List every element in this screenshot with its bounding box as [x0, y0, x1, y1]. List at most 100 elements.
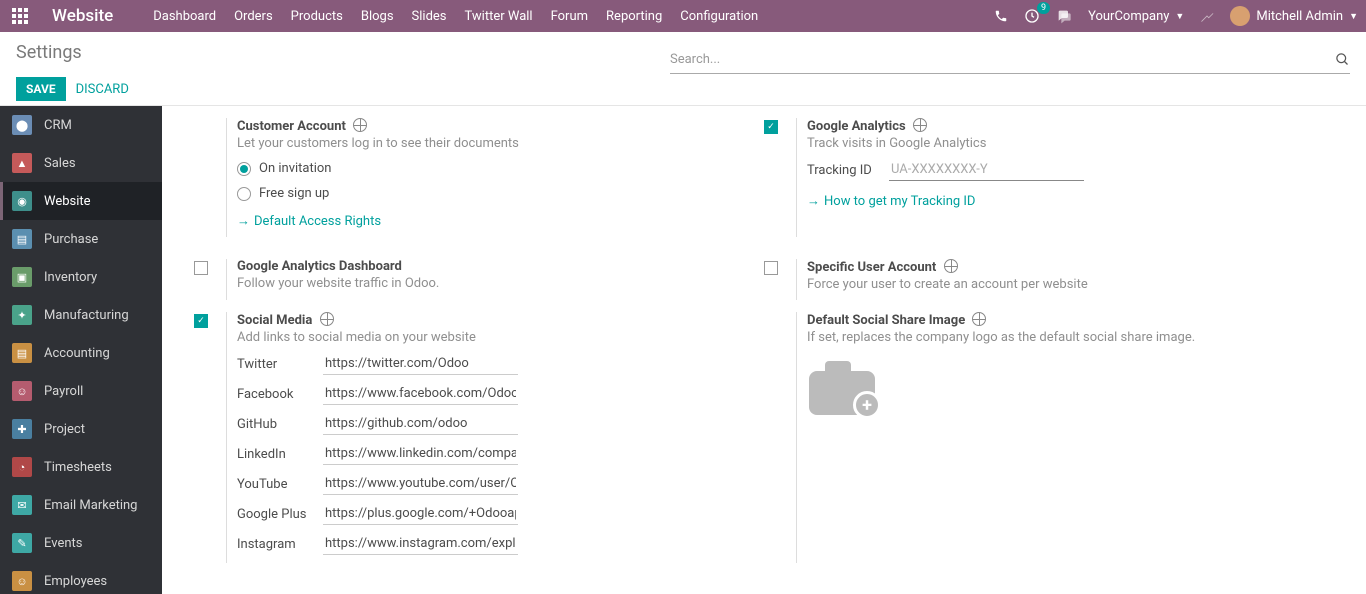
activity-icon[interactable]: 9	[1024, 8, 1040, 24]
youtube-label: YouTube	[237, 477, 323, 492]
sidebar-item-label: Timesheets	[44, 460, 112, 475]
instagram-label: Instagram	[237, 537, 323, 552]
specific-user-desc: Force your user to create an account per…	[807, 277, 1334, 292]
save-button[interactable]: SAVE	[16, 77, 66, 101]
social-media-title: Social Media	[237, 313, 312, 328]
nav-forum[interactable]: Forum	[551, 9, 588, 24]
sidebar-item-crm[interactable]: ⬤ CRM	[0, 106, 162, 144]
nav-configuration[interactable]: Configuration	[680, 9, 758, 24]
radio-label: On invitation	[259, 161, 331, 176]
linkedin-input[interactable]	[323, 443, 518, 465]
twitter-label: Twitter	[237, 357, 323, 372]
sales-icon: ▲	[12, 153, 32, 173]
github-input[interactable]	[323, 413, 518, 435]
control-panel: Settings SAVE DISCARD	[0, 32, 1366, 106]
github-label: GitHub	[237, 417, 323, 432]
search-icon[interactable]	[1335, 52, 1350, 67]
globe-icon	[353, 118, 367, 132]
specific-user-checkbox[interactable]	[764, 261, 778, 275]
sidebar-item-label: Accounting	[44, 346, 110, 361]
search-input[interactable]	[670, 48, 1335, 71]
globe-icon	[913, 118, 927, 132]
discuss-icon[interactable]	[1056, 8, 1072, 24]
avatar	[1230, 6, 1250, 26]
instagram-input[interactable]	[323, 533, 518, 555]
facebook-input[interactable]	[323, 383, 518, 405]
phone-icon[interactable]	[994, 9, 1008, 23]
manufacturing-icon: ✦	[12, 305, 32, 325]
sidebar-item-payroll[interactable]: ☺Payroll	[0, 372, 162, 410]
customer-account-title: Customer Account	[237, 119, 346, 134]
youtube-input[interactable]	[323, 473, 518, 495]
sidebar-item-label: Inventory	[44, 270, 97, 285]
sidebar-item-timesheets[interactable]: ◔Timesheets	[0, 448, 162, 486]
sidebar-item-label: Payroll	[44, 384, 83, 399]
sidebar-item-label: Website	[44, 194, 91, 209]
sidebar-item-purchase[interactable]: ▤ Purchase	[0, 220, 162, 258]
globe-icon	[944, 259, 958, 273]
crm-icon: ⬤	[12, 115, 32, 135]
discard-button[interactable]: DISCARD	[76, 82, 129, 97]
purchase-icon: ▤	[12, 229, 32, 249]
nav-orders[interactable]: Orders	[234, 9, 273, 24]
gplus-label: Google Plus	[237, 507, 323, 522]
globe-icon	[320, 312, 334, 326]
ga-dashboard-title: Google Analytics Dashboard	[237, 259, 402, 274]
sidebar-item-email-marketing[interactable]: ✉ Email Marketing	[0, 486, 162, 524]
nav-menu: Dashboard Orders Products Blogs Slides T…	[153, 9, 994, 24]
ga-dashboard-desc: Follow your website traffic in Odoo.	[237, 276, 764, 291]
events-icon: ✎	[12, 533, 32, 553]
activity-badge: 9	[1037, 2, 1050, 14]
email-icon: ✉	[12, 495, 32, 515]
search-bar	[670, 48, 1350, 74]
employees-icon: ☺	[12, 571, 32, 591]
sidebar-item-employees[interactable]: ☺ Employees	[0, 562, 162, 594]
gplus-input[interactable]	[323, 503, 518, 525]
nav-reporting[interactable]: Reporting	[606, 9, 662, 24]
app-brand[interactable]: Website	[52, 6, 113, 26]
sidebar-item-label: Email Marketing	[44, 498, 137, 513]
website-icon: ◉	[12, 191, 32, 211]
topnav-right: 9 YourCompany▼ Mitchell Admin▼	[994, 6, 1358, 26]
ga-dashboard-checkbox[interactable]	[194, 261, 208, 275]
share-image-upload[interactable]: +	[807, 359, 887, 419]
sidebar-item-accounting[interactable]: ▤ Accounting	[0, 334, 162, 372]
user-menu[interactable]: Mitchell Admin▼	[1230, 6, 1358, 26]
google-analytics-desc: Track visits in Google Analytics	[807, 136, 1334, 151]
twitter-input[interactable]	[323, 353, 518, 375]
radio-label: Free sign up	[259, 186, 329, 201]
sidebar-item-label: CRM	[44, 118, 72, 133]
sidebar-item-project[interactable]: ✚Project	[0, 410, 162, 448]
default-access-rights-link[interactable]: →Default Access Rights	[237, 213, 381, 229]
share-image-desc: If set, replaces the company logo as the…	[807, 330, 1334, 345]
customer-account-desc: Let your customers log in to see their d…	[237, 136, 764, 151]
company-switcher[interactable]: YourCompany▼	[1088, 9, 1184, 24]
settings-sidebar: ⬤ CRM ▲ Sales ◉ Website ▤ Purchase ▣Inventor…	[0, 106, 162, 594]
apps-launcher-icon[interactable]	[8, 4, 32, 28]
nav-dashboard[interactable]: Dashboard	[153, 9, 216, 24]
sidebar-item-label: Sales	[44, 156, 76, 171]
sidebar-item-sales[interactable]: ▲ Sales	[0, 144, 162, 182]
accounting-icon: ▤	[12, 343, 32, 363]
sidebar-item-events[interactable]: ✎Events	[0, 524, 162, 562]
sidebar-item-manufacturing[interactable]: ✦Manufacturing	[0, 296, 162, 334]
debug-icon[interactable]	[1200, 9, 1214, 23]
company-name: YourCompany	[1088, 9, 1169, 24]
sidebar-item-website[interactable]: ◉ Website	[0, 182, 162, 220]
social-media-checkbox[interactable]: ✓	[194, 314, 208, 328]
sidebar-item-label: Purchase	[44, 232, 98, 247]
sidebar-item-label: Employees	[44, 574, 107, 589]
nav-slides[interactable]: Slides	[412, 9, 447, 24]
how-to-get-tracking-id-link[interactable]: →How to get my Tracking ID	[807, 193, 975, 209]
nav-products[interactable]: Products	[291, 9, 343, 24]
google-analytics-title: Google Analytics	[807, 119, 906, 134]
google-analytics-checkbox[interactable]: ✓	[764, 120, 778, 134]
nav-twitter-wall[interactable]: Twitter Wall	[465, 9, 533, 24]
tracking-id-input[interactable]	[889, 159, 1084, 181]
nav-blogs[interactable]: Blogs	[361, 9, 394, 24]
linkedin-label: LinkedIn	[237, 447, 323, 462]
sidebar-item-inventory[interactable]: ▣Inventory	[0, 258, 162, 296]
radio-on-invitation[interactable]	[237, 162, 251, 176]
radio-free-signup[interactable]	[237, 187, 251, 201]
facebook-label: Facebook	[237, 387, 323, 402]
